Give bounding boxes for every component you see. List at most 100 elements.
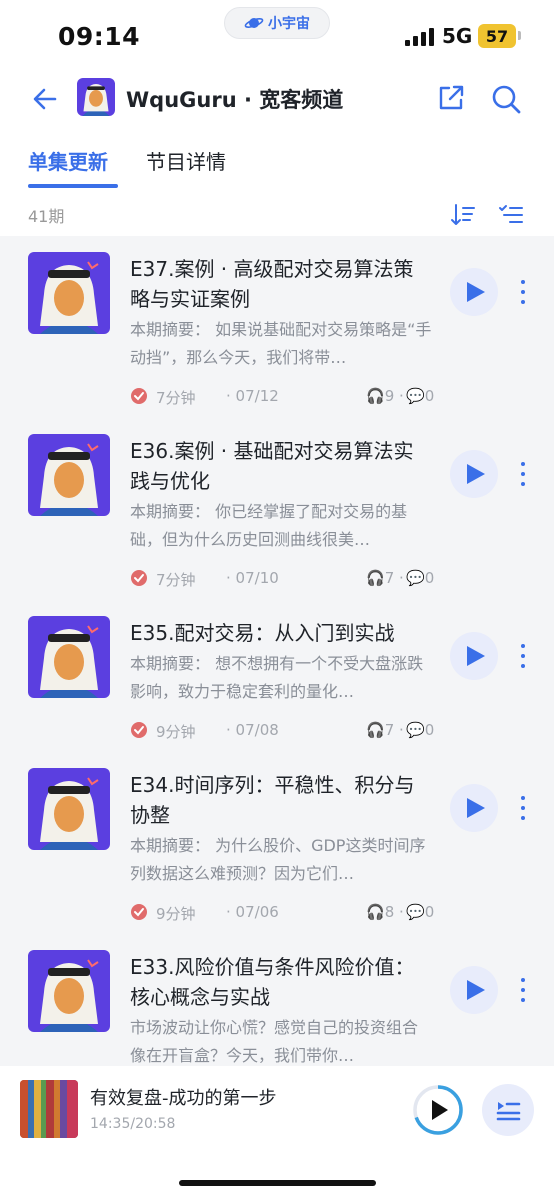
checklist-icon[interactable] [498, 202, 524, 228]
played-check-icon [131, 388, 147, 404]
more-options-icon[interactable] [516, 796, 530, 822]
episode-date-value: 07/08 [235, 721, 279, 739]
episode-summary: 市场波动让你心慌？感觉自己的投资组合像在开盲盒？今天，我们带你… [130, 1018, 419, 1065]
episode-count: 41期 [28, 207, 65, 226]
played-check-icon [131, 722, 147, 738]
more-options-icon[interactable] [516, 280, 530, 306]
listen-count: 🎧9 · [366, 387, 404, 405]
episode-list: E37.案例 · 高级配对交易算法策略与实证案例 本期摘要： 如果说基础配对交易… [0, 236, 554, 1066]
comment-count-value: 0 [424, 903, 435, 921]
comment-icon: 💬 [406, 903, 425, 921]
listen-count-value: 9 [384, 387, 395, 405]
share-icon[interactable] [436, 83, 466, 113]
episode-cover [28, 252, 110, 334]
episode-item[interactable]: E35.配对交易：从入门到实战 本期摘要： 想不想拥有一个不受大盘涨跌影响，致力… [0, 600, 554, 746]
status-bar: 09:14 小宇宙 5G 57 [0, 0, 554, 72]
app-indicator-pill[interactable]: 小宇宙 [224, 7, 330, 39]
tab-show-details[interactable]: 节目详情 [146, 146, 226, 175]
play-button[interactable] [450, 268, 498, 316]
comment-count: 💬0 [406, 569, 434, 587]
play-icon [467, 464, 485, 484]
episode-duration: 7分钟 [156, 571, 196, 589]
play-progress-button[interactable] [412, 1084, 464, 1136]
played-check-icon [131, 904, 147, 920]
episode-meta: 9分钟 · 07/06 🎧8 · 💬0 [130, 903, 440, 923]
comment-icon: 💬 [406, 387, 425, 405]
episode-meta: 9分钟 · 07/08 🎧7 · 💬0 [130, 721, 440, 741]
episode-title: E37.案例 · 高级配对交易算法策略与实证案例 [130, 257, 414, 311]
episode-cover [28, 768, 110, 850]
tab-bar: 单集更新 节目详情 [0, 140, 554, 194]
listen-count: 🎧8 · [366, 903, 404, 921]
listen-count-value: 8 [384, 903, 395, 921]
episode-date: · 07/12 [226, 387, 279, 405]
headphones-icon: 🎧 [366, 569, 385, 587]
mini-player[interactable]: 有效复盘-成功的第一步 14:35/20:58 [0, 1066, 554, 1200]
episode-meta: 7分钟 · 07/10 🎧7 · 💬0 [130, 569, 440, 589]
episode-date: · 07/08 [226, 721, 279, 739]
episode-duration: 9分钟 [156, 905, 196, 923]
play-button[interactable] [450, 784, 498, 832]
episode-cover [28, 616, 110, 698]
now-playing-title: 有效复盘-成功的第一步 [90, 1088, 277, 1109]
comment-icon: 💬 [406, 569, 425, 587]
podcast-title: WquGuru · 宽客频道 [126, 88, 344, 112]
episode-duration: 7分钟 [156, 389, 196, 407]
battery-tip [518, 31, 521, 40]
playlist-button[interactable] [482, 1084, 534, 1136]
play-icon [467, 646, 485, 666]
play-button[interactable] [450, 450, 498, 498]
sort-icon[interactable] [450, 202, 476, 228]
network-type: 5G [442, 24, 473, 48]
play-icon [467, 798, 485, 818]
headphones-icon: 🎧 [366, 387, 385, 405]
episode-item[interactable]: E37.案例 · 高级配对交易算法策略与实证案例 本期摘要： 如果说基础配对交易… [0, 236, 554, 412]
podcast-avatar [77, 78, 115, 116]
back-arrow-icon[interactable] [30, 84, 60, 114]
playlist-icon [496, 1102, 521, 1121]
episode-cover [28, 434, 110, 516]
episode-item[interactable]: E34.时间序列：平稳性、积分与协整 本期摘要： 为什么股价、GDP这类时间序列… [0, 752, 554, 928]
comment-icon: 💬 [406, 721, 425, 739]
more-options-icon[interactable] [516, 978, 530, 1004]
play-button[interactable] [450, 632, 498, 680]
episode-item[interactable]: E33.风险价值与条件风险价值：核心概念与实战 市场波动让你心慌？感觉自己的投资… [0, 934, 554, 1066]
screen: 09:14 小宇宙 5G 57 WquGuru · 宽客频道 单集更新 节目详情… [0, 0, 554, 1200]
episode-meta: 7分钟 · 07/12 🎧9 · 💬0 [130, 387, 440, 407]
tab-active-indicator [28, 184, 118, 188]
listen-count: 🎧7 · [366, 569, 404, 587]
episode-summary: 本期摘要： 如果说基础配对交易策略是“手动挡”，那么今天，我们将带… [130, 320, 432, 367]
comment-count-value: 0 [424, 569, 435, 587]
episode-title: E35.配对交易：从入门到实战 [130, 621, 395, 645]
play-button[interactable] [450, 966, 498, 1014]
episode-item[interactable]: E36.案例 · 基础配对交易算法实践与优化 本期摘要： 你已经掌握了配对交易的… [0, 418, 554, 594]
played-check-icon [131, 570, 147, 586]
signal-icon [405, 28, 435, 46]
tab-episodes[interactable]: 单集更新 [28, 146, 108, 175]
episode-title: E36.案例 · 基础配对交易算法实践与优化 [130, 439, 414, 493]
more-options-icon[interactable] [516, 644, 530, 670]
episode-title: E33.风险价值与条件风险价值：核心概念与实战 [130, 955, 415, 1009]
battery-level: 57 [485, 26, 509, 46]
episode-count-row: 41期 [0, 198, 554, 232]
planet-icon [244, 18, 264, 28]
headphones-icon: 🎧 [366, 721, 385, 739]
listen-count: 🎧7 · [366, 721, 404, 739]
comment-count: 💬0 [406, 721, 434, 739]
episode-summary: 本期摘要： 为什么股价、GDP这类时间序列数据这么难预测？因为它们… [130, 836, 426, 883]
comment-count: 💬0 [406, 903, 434, 921]
episode-summary: 本期摘要： 想不想拥有一个不受大盘涨跌影响，致力于稳定套利的量化… [130, 654, 424, 701]
episode-title: E34.时间序列：平稳性、积分与协整 [130, 773, 415, 827]
comment-count-value: 0 [424, 721, 435, 739]
headphones-icon: 🎧 [366, 903, 385, 921]
battery-icon: 57 [478, 24, 516, 48]
episode-duration: 9分钟 [156, 723, 196, 741]
more-options-icon[interactable] [516, 462, 530, 488]
episode-date-value: 07/12 [235, 387, 279, 405]
home-indicator [179, 1180, 376, 1186]
episode-date-value: 07/10 [235, 569, 279, 587]
search-icon[interactable] [490, 83, 522, 115]
play-icon [467, 282, 485, 302]
comment-count: 💬0 [406, 387, 434, 405]
episode-date-value: 07/06 [235, 903, 279, 921]
